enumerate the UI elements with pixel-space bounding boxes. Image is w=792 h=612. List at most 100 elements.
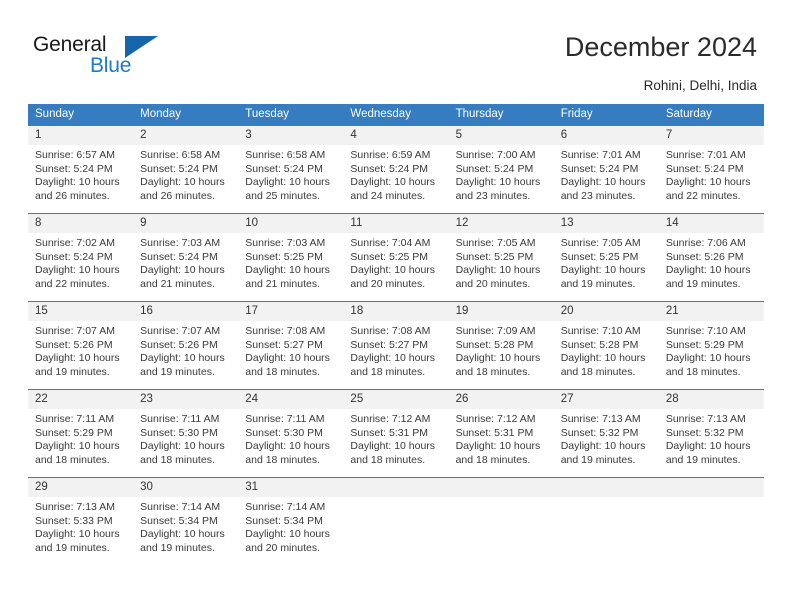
day-number[interactable]: 21	[659, 302, 764, 321]
daylight-text-line2: and 18 minutes.	[350, 453, 426, 466]
day-number[interactable]: 28	[659, 390, 764, 409]
calendar-table: Sunday Monday Tuesday Wednesday Thursday…	[28, 104, 764, 565]
day-cell[interactable]: Sunrise: 7:13 AM Sunset: 5:32 PM Dayligh…	[554, 409, 659, 477]
day-cell[interactable]: Sunrise: 7:11 AM Sunset: 5:30 PM Dayligh…	[238, 409, 343, 477]
day-cell[interactable]: Sunrise: 7:14 AM Sunset: 5:34 PM Dayligh…	[238, 497, 343, 565]
day-cell[interactable]: Sunrise: 7:03 AM Sunset: 5:24 PM Dayligh…	[133, 233, 238, 301]
day-cell[interactable]: Sunrise: 7:12 AM Sunset: 5:31 PM Dayligh…	[343, 409, 448, 477]
day-cell[interactable]: Sunrise: 7:01 AM Sunset: 5:24 PM Dayligh…	[554, 145, 659, 213]
day-cell[interactable]: Sunrise: 7:01 AM Sunset: 5:24 PM Dayligh…	[659, 145, 764, 213]
sunset-text: Sunset: 5:28 PM	[560, 338, 639, 351]
day-number[interactable]: 23	[133, 390, 238, 409]
daylight-text-line1: Daylight: 10 hours	[350, 176, 436, 189]
day-number-row: 15 16 17 18 19 20 21	[28, 302, 764, 321]
day-number[interactable]: 19	[449, 302, 554, 321]
day-number[interactable]: 30	[133, 478, 238, 497]
day-cell[interactable]: Sunrise: 6:59 AM Sunset: 5:24 PM Dayligh…	[343, 145, 448, 213]
day-cell[interactable]: Sunrise: 7:04 AM Sunset: 5:25 PM Dayligh…	[343, 233, 448, 301]
daylight-text-line2: and 23 minutes.	[455, 189, 531, 202]
day-number[interactable]: 11	[343, 214, 448, 233]
sunrise-text: Sunrise: 7:13 AM	[560, 413, 641, 425]
day-cell[interactable]: Sunrise: 7:02 AM Sunset: 5:24 PM Dayligh…	[28, 233, 133, 301]
day-cell[interactable]: Sunrise: 7:09 AM Sunset: 5:28 PM Dayligh…	[449, 321, 554, 389]
day-number[interactable]: 24	[238, 390, 343, 409]
day-number[interactable]: 6	[554, 126, 659, 145]
day-cell[interactable]: Sunrise: 7:13 AM Sunset: 5:33 PM Dayligh…	[28, 497, 133, 565]
day-cell[interactable]: Sunrise: 7:11 AM Sunset: 5:30 PM Dayligh…	[133, 409, 238, 477]
calendar-week-row: 15 16 17 18 19 20 21 Sunrise: 7:07 AM Su…	[28, 301, 764, 389]
daylight-text-line1: Daylight: 10 hours	[665, 352, 751, 365]
day-number[interactable]: 4	[343, 126, 448, 145]
sunrise-text: Sunrise: 6:58 AM	[140, 149, 221, 161]
sunset-text: Sunset: 5:24 PM	[665, 162, 744, 175]
day-cell-empty	[554, 497, 659, 565]
day-number[interactable]: 17	[238, 302, 343, 321]
day-number[interactable]: 1	[28, 126, 133, 145]
day-number[interactable]: 20	[554, 302, 659, 321]
day-number[interactable]: 18	[343, 302, 448, 321]
day-cell[interactable]: Sunrise: 7:07 AM Sunset: 5:26 PM Dayligh…	[28, 321, 133, 389]
day-cell[interactable]: Sunrise: 7:11 AM Sunset: 5:29 PM Dayligh…	[28, 409, 133, 477]
weekday-header-sunday: Sunday	[35, 108, 75, 120]
sunrise-text: Sunrise: 7:05 AM	[560, 237, 641, 249]
day-cell[interactable]: Sunrise: 7:08 AM Sunset: 5:27 PM Dayligh…	[343, 321, 448, 389]
daylight-text-line2: and 18 minutes.	[665, 365, 741, 378]
day-cell[interactable]: Sunrise: 6:58 AM Sunset: 5:24 PM Dayligh…	[238, 145, 343, 213]
sunset-text: Sunset: 5:29 PM	[665, 338, 744, 351]
day-cell-empty	[343, 497, 448, 565]
day-cell[interactable]: Sunrise: 7:13 AM Sunset: 5:32 PM Dayligh…	[659, 409, 764, 477]
sunrise-text: Sunrise: 7:11 AM	[35, 413, 115, 425]
day-number-empty	[449, 478, 554, 497]
day-number[interactable]: 31	[238, 478, 343, 497]
day-number[interactable]: 13	[554, 214, 659, 233]
day-number-row: 22 23 24 25 26 27 28	[28, 390, 764, 409]
day-number[interactable]: 29	[28, 478, 133, 497]
day-number[interactable]: 27	[554, 390, 659, 409]
day-cell[interactable]: Sunrise: 7:03 AM Sunset: 5:25 PM Dayligh…	[238, 233, 343, 301]
generalblue-logo[interactable]: General Blue	[33, 33, 213, 83]
day-cell[interactable]: Sunrise: 7:10 AM Sunset: 5:28 PM Dayligh…	[554, 321, 659, 389]
calendar-week-row: 1 2 3 4 5 6 7 Sunrise: 6:57 AM Sunset: 5…	[28, 125, 764, 213]
sunset-text: Sunset: 5:31 PM	[350, 426, 429, 439]
day-cell[interactable]: Sunrise: 7:00 AM Sunset: 5:24 PM Dayligh…	[449, 145, 554, 213]
day-number[interactable]: 5	[449, 126, 554, 145]
day-number[interactable]: 3	[238, 126, 343, 145]
day-number[interactable]: 16	[133, 302, 238, 321]
daylight-text-line2: and 18 minutes.	[140, 453, 215, 466]
day-number[interactable]: 2	[133, 126, 238, 145]
day-number[interactable]: 14	[659, 214, 764, 233]
day-cell[interactable]: Sunrise: 7:08 AM Sunset: 5:27 PM Dayligh…	[238, 321, 343, 389]
day-cell[interactable]: Sunrise: 7:05 AM Sunset: 5:25 PM Dayligh…	[554, 233, 659, 301]
day-number[interactable]: 22	[28, 390, 133, 409]
day-cell[interactable]: Sunrise: 6:57 AM Sunset: 5:24 PM Dayligh…	[28, 145, 133, 213]
sunrise-text: Sunrise: 7:06 AM	[665, 237, 746, 249]
sunrise-text: Sunrise: 7:14 AM	[245, 501, 326, 513]
day-number[interactable]: 26	[449, 390, 554, 409]
day-number[interactable]: 10	[238, 214, 343, 233]
daylight-text-line2: and 18 minutes.	[350, 365, 426, 378]
day-number[interactable]: 25	[343, 390, 448, 409]
daylight-text-line1: Daylight: 10 hours	[560, 176, 646, 189]
sunrise-text: Sunrise: 7:03 AM	[245, 237, 326, 249]
day-number[interactable]: 7	[659, 126, 764, 145]
day-cell[interactable]: Sunrise: 7:10 AM Sunset: 5:29 PM Dayligh…	[659, 321, 764, 389]
day-cell[interactable]: Sunrise: 7:12 AM Sunset: 5:31 PM Dayligh…	[449, 409, 554, 477]
sunrise-text: Sunrise: 7:02 AM	[35, 237, 115, 249]
sunset-text: Sunset: 5:27 PM	[245, 338, 323, 351]
sunrise-text: Sunrise: 7:07 AM	[140, 325, 221, 337]
day-cell[interactable]: Sunrise: 6:58 AM Sunset: 5:24 PM Dayligh…	[133, 145, 238, 213]
sunset-text: Sunset: 5:25 PM	[245, 250, 323, 263]
daylight-text-line2: and 19 minutes.	[35, 365, 110, 378]
daylight-text-line2: and 18 minutes.	[455, 365, 531, 378]
day-number[interactable]: 8	[28, 214, 133, 233]
day-number[interactable]: 12	[449, 214, 554, 233]
sunrise-text: Sunrise: 7:08 AM	[245, 325, 326, 337]
daylight-text-line1: Daylight: 10 hours	[140, 176, 225, 189]
day-cell[interactable]: Sunrise: 7:07 AM Sunset: 5:26 PM Dayligh…	[133, 321, 238, 389]
day-cell[interactable]: Sunrise: 7:05 AM Sunset: 5:25 PM Dayligh…	[449, 233, 554, 301]
day-number[interactable]: 15	[28, 302, 133, 321]
day-number[interactable]: 9	[133, 214, 238, 233]
day-cell[interactable]: Sunrise: 7:06 AM Sunset: 5:26 PM Dayligh…	[659, 233, 764, 301]
day-cell[interactable]: Sunrise: 7:14 AM Sunset: 5:34 PM Dayligh…	[133, 497, 238, 565]
daylight-text-line1: Daylight: 10 hours	[35, 352, 120, 365]
